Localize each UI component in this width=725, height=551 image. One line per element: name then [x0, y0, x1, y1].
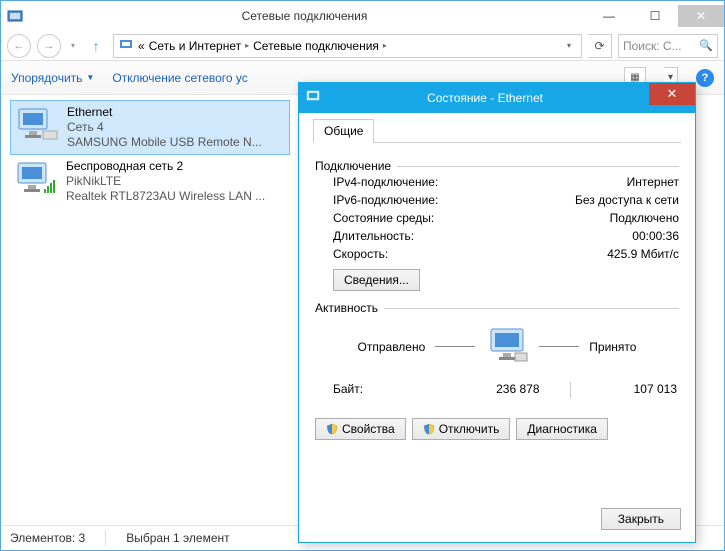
- status-count: Элементов: 3: [10, 531, 85, 545]
- bytes-recv: 107 013: [571, 382, 678, 398]
- search-icon: 🔍: [699, 39, 713, 52]
- window-controls: — ☐ ✕: [586, 5, 724, 27]
- connection-device: Realtek RTL8723AU Wireless LAN ...: [66, 189, 265, 204]
- details-button[interactable]: Сведения...: [333, 269, 420, 291]
- connection-item-wifi[interactable]: Беспроводная сеть 2 PikNikLTE Realtek RT…: [10, 155, 290, 208]
- help-button[interactable]: ?: [696, 69, 714, 87]
- window-title: Сетевые подключения: [23, 9, 586, 23]
- connection-network: Сеть 4: [67, 120, 262, 135]
- network-icon: [118, 36, 134, 55]
- speed-label: Скорость:: [333, 247, 607, 261]
- chevron-icon[interactable]: ▸: [383, 41, 387, 50]
- titlebar: Сетевые подключения — ☐ ✕: [1, 1, 724, 31]
- recv-label: Принято: [589, 340, 636, 354]
- properties-button[interactable]: Свойства: [315, 418, 406, 440]
- disable-label: Отключить: [439, 422, 500, 436]
- media-value: Подключено: [610, 211, 679, 225]
- address-bar[interactable]: « Сеть и Интернет ▸ Сетевые подключения …: [113, 34, 582, 58]
- disable-device-button[interactable]: Отключение сетевого ус: [112, 71, 247, 85]
- activity-monitor-icon: [485, 325, 529, 368]
- shield-icon: [423, 423, 435, 435]
- window-icon: [7, 8, 23, 24]
- group-connection-label: Подключение: [315, 159, 391, 173]
- connection-device: SAMSUNG Mobile USB Remote N...: [67, 135, 262, 150]
- tab-general[interactable]: Общие: [313, 119, 374, 143]
- dialog-titlebar: Состояние - Ethernet ✕: [299, 83, 695, 113]
- close-dialog-button[interactable]: Закрыть: [601, 508, 681, 530]
- dialog-title: Состояние - Ethernet: [321, 91, 649, 105]
- group-activity-label: Активность: [315, 301, 378, 315]
- forward-button[interactable]: →: [37, 34, 61, 58]
- breadcrumb-prefix: «: [138, 39, 145, 53]
- disable-button[interactable]: Отключить: [412, 418, 511, 440]
- media-label: Состояние среды:: [333, 211, 610, 225]
- diagnose-button[interactable]: Диагностика: [516, 418, 608, 440]
- dialog-tabs: Общие: [313, 119, 681, 143]
- ipv6-label: IPv6-подключение:: [333, 193, 575, 207]
- organize-label: Упорядочить: [11, 71, 82, 85]
- dialog-icon: [305, 88, 321, 109]
- bytes-sent: 236 878: [433, 382, 570, 398]
- duration-value: 00:00:36: [632, 229, 679, 243]
- duration-label: Длительность:: [333, 229, 632, 243]
- dialog-close-button[interactable]: ✕: [649, 83, 695, 105]
- connection-item-ethernet[interactable]: Ethernet Сеть 4 SAMSUNG Mobile USB Remot…: [10, 100, 290, 155]
- chevron-icon[interactable]: ▸: [245, 41, 249, 50]
- ipv6-value: Без доступа к сети: [575, 193, 679, 207]
- minimize-button[interactable]: —: [586, 5, 632, 27]
- address-dropdown-icon[interactable]: ▾: [561, 41, 577, 50]
- bytes-label: Байт:: [333, 382, 433, 398]
- navbar: ← → ▾ ↑ « Сеть и Интернет ▸ Сетевые подк…: [1, 31, 724, 61]
- wifi-icon: [14, 159, 58, 197]
- speed-value: 425.9 Мбит/с: [607, 247, 679, 261]
- connection-name: Беспроводная сеть 2: [66, 159, 265, 174]
- ethernet-icon: [15, 105, 59, 143]
- breadcrumb-l1[interactable]: Сеть и Интернет: [149, 39, 241, 53]
- connection-name: Ethernet: [67, 105, 262, 120]
- chevron-down-icon: ▼: [86, 73, 94, 82]
- refresh-button[interactable]: ⟳: [588, 34, 612, 58]
- sent-label: Отправлено: [358, 340, 426, 354]
- search-input[interactable]: Поиск: С... 🔍: [618, 34, 718, 58]
- activity-graphic: Отправлено Принято: [315, 325, 679, 368]
- organize-menu[interactable]: Упорядочить ▼: [11, 71, 94, 85]
- ipv4-label: IPv4-подключение:: [333, 175, 627, 189]
- disable-label: Отключение сетевого ус: [112, 71, 247, 85]
- properties-label: Свойства: [342, 422, 395, 436]
- shield-icon: [326, 423, 338, 435]
- status-selected: Выбран 1 элемент: [126, 531, 229, 545]
- history-dropdown[interactable]: ▾: [67, 35, 79, 57]
- ipv4-value: Интернет: [627, 175, 679, 189]
- up-button[interactable]: ↑: [85, 35, 107, 57]
- close-button[interactable]: ✕: [678, 5, 724, 27]
- status-dialog: Состояние - Ethernet ✕ Общие Подключение…: [298, 82, 696, 543]
- connection-network: PikNikLTE: [66, 174, 265, 189]
- search-placeholder: Поиск: С...: [623, 39, 682, 53]
- back-button[interactable]: ←: [7, 34, 31, 58]
- breadcrumb-l2[interactable]: Сетевые подключения: [253, 39, 379, 53]
- maximize-button[interactable]: ☐: [632, 5, 678, 27]
